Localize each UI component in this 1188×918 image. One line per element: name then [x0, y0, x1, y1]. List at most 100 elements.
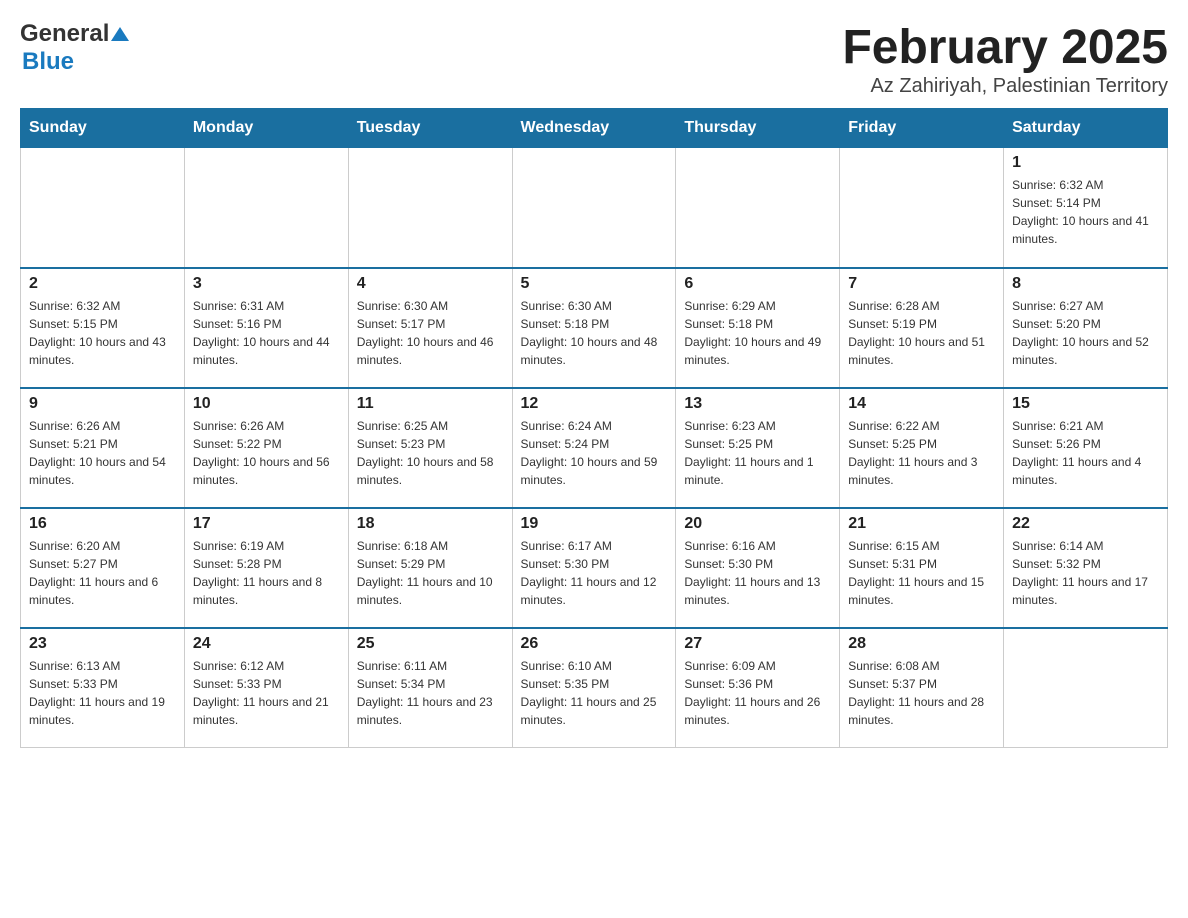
calendar-cell: 8 Sunrise: 6:27 AM Sunset: 5:20 PM Daylig… — [1004, 268, 1168, 388]
calendar-cell: 18 Sunrise: 6:18 AM Sunset: 5:29 PM Dayli… — [348, 508, 512, 628]
day-number: 15 — [1012, 395, 1159, 413]
calendar-cell: 2 Sunrise: 6:32 AM Sunset: 5:15 PM Daylig… — [21, 268, 185, 388]
calendar-cell: 11 Sunrise: 6:25 AM Sunset: 5:23 PM Dayli… — [348, 388, 512, 508]
day-info: Sunrise: 6:13 AM Sunset: 5:33 PM Dayligh… — [29, 657, 176, 729]
day-info: Sunrise: 6:26 AM Sunset: 5:22 PM Dayligh… — [193, 417, 340, 489]
day-number: 4 — [357, 275, 504, 293]
calendar-cell: 21 Sunrise: 6:15 AM Sunset: 5:31 PM Dayli… — [840, 508, 1004, 628]
calendar-cell: 19Sunrise: 6:17 AM Sunset: 5:30 PM Dayli… — [512, 508, 676, 628]
calendar-cell: 3 Sunrise: 6:31 AM Sunset: 5:16 PM Daylig… — [184, 268, 348, 388]
calendar-cell: 22Sunrise: 6:14 AM Sunset: 5:32 PM Dayli… — [1004, 508, 1168, 628]
day-info: Sunrise: 6:22 AM Sunset: 5:25 PM Dayligh… — [848, 417, 995, 489]
calendar-cell — [21, 148, 185, 268]
location-title: Az Zahiriyah, Palestinian Territory — [842, 75, 1168, 98]
calendar-cell — [184, 148, 348, 268]
day-info: Sunrise: 6:18 AM Sunset: 5:29 PM Dayligh… — [357, 537, 504, 609]
calendar-cell: 24 Sunrise: 6:12 AM Sunset: 5:33 PM Dayli… — [184, 628, 348, 748]
calendar-cell: 26 Sunrise: 6:10 AM Sunset: 5:35 PM Dayli… — [512, 628, 676, 748]
day-info: Sunrise: 6:29 AM Sunset: 5:18 PM Dayligh… — [684, 297, 831, 369]
header-wednesday: Wednesday — [512, 109, 676, 148]
calendar-week-2: 2 Sunrise: 6:32 AM Sunset: 5:15 PM Daylig… — [21, 268, 1168, 388]
day-number: 7 — [848, 275, 995, 293]
calendar-cell — [512, 148, 676, 268]
header-thursday: Thursday — [676, 109, 840, 148]
day-number: 1 — [1012, 154, 1159, 172]
day-number: 3 — [193, 275, 340, 293]
day-info: Sunrise: 6:15 AM Sunset: 5:31 PM Dayligh… — [848, 537, 995, 609]
day-info: Sunrise: 6:20 AM Sunset: 5:27 PM Dayligh… — [29, 537, 176, 609]
day-info: Sunrise: 6:30 AM Sunset: 5:18 PM Dayligh… — [521, 297, 668, 369]
day-info: Sunrise: 6:16 AM Sunset: 5:30 PM Dayligh… — [684, 537, 831, 609]
calendar-cell: 5 Sunrise: 6:30 AM Sunset: 5:18 PM Daylig… — [512, 268, 676, 388]
day-number: 21 — [848, 515, 995, 533]
day-number: 16 — [29, 515, 176, 533]
month-title: February 2025 — [842, 20, 1168, 75]
day-number: 17 — [193, 515, 340, 533]
day-info: Sunrise: 6:28 AM Sunset: 5:19 PM Dayligh… — [848, 297, 995, 369]
day-number: 6 — [684, 275, 831, 293]
calendar-cell: 9Sunrise: 6:26 AM Sunset: 5:21 PM Daylig… — [21, 388, 185, 508]
day-number: 27 — [684, 635, 831, 653]
logo-triangle-icon — [111, 21, 129, 47]
calendar-cell — [348, 148, 512, 268]
day-info: Sunrise: 6:21 AM Sunset: 5:26 PM Dayligh… — [1012, 417, 1159, 489]
calendar-table: Sunday Monday Tuesday Wednesday Thursday… — [20, 108, 1168, 748]
day-info: Sunrise: 6:30 AM Sunset: 5:17 PM Dayligh… — [357, 297, 504, 369]
day-info: Sunrise: 6:08 AM Sunset: 5:37 PM Dayligh… — [848, 657, 995, 729]
calendar-cell: 13 Sunrise: 6:23 AM Sunset: 5:25 PM Dayli… — [676, 388, 840, 508]
calendar-cell: 27 Sunrise: 6:09 AM Sunset: 5:36 PM Dayli… — [676, 628, 840, 748]
calendar-cell: 7 Sunrise: 6:28 AM Sunset: 5:19 PM Daylig… — [840, 268, 1004, 388]
day-info: Sunrise: 6:32 AM Sunset: 5:14 PM Dayligh… — [1012, 176, 1159, 248]
day-number: 2 — [29, 275, 176, 293]
day-number: 25 — [357, 635, 504, 653]
logo-blue-text: Blue — [22, 48, 74, 75]
day-number: 9 — [29, 395, 176, 413]
calendar-cell: 15 Sunrise: 6:21 AM Sunset: 5:26 PM Dayli… — [1004, 388, 1168, 508]
calendar-cell: 20Sunrise: 6:16 AM Sunset: 5:30 PM Dayli… — [676, 508, 840, 628]
header-friday: Friday — [840, 109, 1004, 148]
day-info: Sunrise: 6:10 AM Sunset: 5:35 PM Dayligh… — [521, 657, 668, 729]
day-number: 28 — [848, 635, 995, 653]
calendar-week-1: 1 Sunrise: 6:32 AM Sunset: 5:14 PM Daylig… — [21, 148, 1168, 268]
day-number: 8 — [1012, 275, 1159, 293]
calendar-cell: 17 Sunrise: 6:19 AM Sunset: 5:28 PM Dayli… — [184, 508, 348, 628]
calendar-cell: 4 Sunrise: 6:30 AM Sunset: 5:17 PM Daylig… — [348, 268, 512, 388]
calendar-cell: 12 Sunrise: 6:24 AM Sunset: 5:24 PM Dayli… — [512, 388, 676, 508]
day-info: Sunrise: 6:31 AM Sunset: 5:16 PM Dayligh… — [193, 297, 340, 369]
day-info: Sunrise: 6:27 AM Sunset: 5:20 PM Dayligh… — [1012, 297, 1159, 369]
day-info: Sunrise: 6:23 AM Sunset: 5:25 PM Dayligh… — [684, 417, 831, 489]
day-number: 18 — [357, 515, 504, 533]
day-number: 24 — [193, 635, 340, 653]
day-number: 14 — [848, 395, 995, 413]
calendar-cell — [676, 148, 840, 268]
calendar-cell — [840, 148, 1004, 268]
logo: General Blue — [20, 20, 129, 76]
calendar-cell: 25Sunrise: 6:11 AM Sunset: 5:34 PM Dayli… — [348, 628, 512, 748]
calendar-cell: 28 Sunrise: 6:08 AM Sunset: 5:37 PM Dayli… — [840, 628, 1004, 748]
day-info: Sunrise: 6:14 AM Sunset: 5:32 PM Dayligh… — [1012, 537, 1159, 609]
calendar-week-5: 23 Sunrise: 6:13 AM Sunset: 5:33 PM Dayli… — [21, 628, 1168, 748]
day-info: Sunrise: 6:12 AM Sunset: 5:33 PM Dayligh… — [193, 657, 340, 729]
day-info: Sunrise: 6:32 AM Sunset: 5:15 PM Dayligh… — [29, 297, 176, 369]
calendar-cell: 6 Sunrise: 6:29 AM Sunset: 5:18 PM Daylig… — [676, 268, 840, 388]
calendar-cell — [1004, 628, 1168, 748]
day-number: 13 — [684, 395, 831, 413]
day-number: 12 — [521, 395, 668, 413]
header-sunday: Sunday — [21, 109, 185, 148]
calendar-cell: 10Sunrise: 6:26 AM Sunset: 5:22 PM Dayli… — [184, 388, 348, 508]
day-number: 11 — [357, 395, 504, 413]
calendar-cell: 16 Sunrise: 6:20 AM Sunset: 5:27 PM Dayli… — [21, 508, 185, 628]
day-info: Sunrise: 6:24 AM Sunset: 5:24 PM Dayligh… — [521, 417, 668, 489]
day-info: Sunrise: 6:09 AM Sunset: 5:36 PM Dayligh… — [684, 657, 831, 729]
day-number: 19 — [521, 515, 668, 533]
day-number: 5 — [521, 275, 668, 293]
calendar-cell: 14 Sunrise: 6:22 AM Sunset: 5:25 PM Dayli… — [840, 388, 1004, 508]
day-info: Sunrise: 6:25 AM Sunset: 5:23 PM Dayligh… — [357, 417, 504, 489]
calendar-cell: 23 Sunrise: 6:13 AM Sunset: 5:33 PM Dayli… — [21, 628, 185, 748]
day-info: Sunrise: 6:19 AM Sunset: 5:28 PM Dayligh… — [193, 537, 340, 609]
calendar-header-row: Sunday Monday Tuesday Wednesday Thursday… — [21, 109, 1168, 148]
header-saturday: Saturday — [1004, 109, 1168, 148]
day-number: 23 — [29, 635, 176, 653]
day-number: 26 — [521, 635, 668, 653]
page-header: General Blue February 2025 Az Zahiriyah,… — [20, 20, 1168, 98]
